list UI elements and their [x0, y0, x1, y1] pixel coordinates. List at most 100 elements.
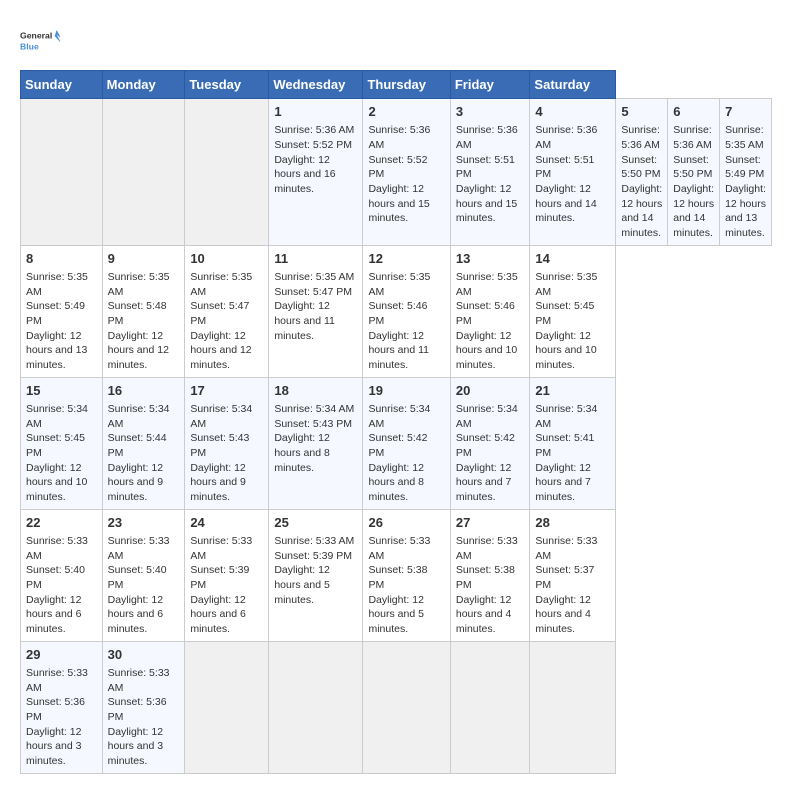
sunset: Sunset: 5:40 PM [26, 564, 85, 591]
calendar-cell: 17Sunrise: 5:34 AMSunset: 5:43 PMDayligh… [185, 377, 269, 509]
logo: General Blue [20, 20, 60, 60]
daylight-label: Daylight: 12 hours and 3 minutes. [26, 726, 81, 767]
sunset: Sunset: 5:44 PM [108, 432, 167, 459]
daylight-label: Daylight: 12 hours and 14 minutes. [535, 183, 596, 224]
header-day-monday: Monday [102, 71, 185, 99]
sunrise: Sunrise: 5:34 AM [108, 403, 170, 430]
day-number: 10 [190, 250, 263, 268]
day-number: 24 [190, 514, 263, 532]
calendar-cell: 6Sunrise: 5:36 AMSunset: 5:50 PMDaylight… [668, 99, 720, 246]
day-number: 14 [535, 250, 610, 268]
sunset: Sunset: 5:37 PM [535, 564, 594, 591]
sunrise: Sunrise: 5:33 AM [108, 667, 170, 694]
sunset: Sunset: 5:39 PM [190, 564, 249, 591]
calendar-cell: 15Sunrise: 5:34 AMSunset: 5:45 PMDayligh… [21, 377, 103, 509]
daylight-label: Daylight: 12 hours and 16 minutes. [274, 154, 335, 195]
daylight-label: Daylight: 12 hours and 10 minutes. [535, 330, 596, 371]
sunrise: Sunrise: 5:36 AM [621, 124, 660, 151]
day-number: 9 [108, 250, 180, 268]
day-number: 5 [621, 103, 662, 121]
calendar-cell [450, 641, 530, 773]
sunrise: Sunrise: 5:34 AM [368, 403, 430, 430]
daylight-label: Daylight: 12 hours and 13 minutes. [26, 330, 87, 371]
sunrise: Sunrise: 5:36 AM [535, 124, 597, 151]
sunrise: Sunrise: 5:34 AM [456, 403, 518, 430]
daylight-label: Daylight: 12 hours and 4 minutes. [456, 594, 511, 635]
sunrise: Sunrise: 5:36 AM [368, 124, 430, 151]
daylight-label: Daylight: 12 hours and 11 minutes. [368, 330, 429, 371]
sunset: Sunset: 5:46 PM [456, 300, 515, 327]
day-number: 28 [535, 514, 610, 532]
calendar-cell: 7Sunrise: 5:35 AMSunset: 5:49 PMDaylight… [720, 99, 772, 246]
header: General Blue [20, 20, 772, 60]
sunset: Sunset: 5:49 PM [725, 154, 764, 181]
calendar-cell: 26Sunrise: 5:33 AMSunset: 5:38 PMDayligh… [363, 509, 450, 641]
calendar-cell [185, 99, 269, 246]
sunset: Sunset: 5:36 PM [108, 696, 167, 723]
daylight-label: Daylight: 12 hours and 10 minutes. [456, 330, 517, 371]
day-number: 6 [673, 103, 714, 121]
calendar-cell: 14 Sunrise: 5:35 AMSunset: 5:45 PM Dayligh… [530, 245, 616, 377]
daylight-label: Daylight: 12 hours and 14 minutes. [673, 183, 714, 239]
calendar-cell: 3Sunrise: 5:36 AMSunset: 5:51 PMDaylight… [450, 99, 530, 246]
calendar-cell: 21Sunrise: 5:34 AMSunset: 5:41 PMDayligh… [530, 377, 616, 509]
daylight-label: Daylight: 12 hours and 15 minutes. [456, 183, 517, 224]
day-number: 13 [456, 250, 525, 268]
svg-text:General: General [20, 31, 52, 41]
sunset: Sunset: 5:42 PM [368, 432, 427, 459]
sunrise: Sunrise: 5:35 AM [108, 271, 170, 298]
daylight-label: Daylight: 12 hours and 5 minutes. [274, 564, 329, 605]
daylight-label: Daylight: 12 hours and 9 minutes. [190, 462, 245, 503]
calendar-cell: 30Sunrise: 5:33 AMSunset: 5:36 PMDayligh… [102, 641, 185, 773]
daylight-label: Daylight: 12 hours and 12 minutes. [108, 330, 169, 371]
calendar-cell: 19Sunrise: 5:34 AMSunset: 5:42 PMDayligh… [363, 377, 450, 509]
sunset: Sunset: 5:45 PM [535, 300, 594, 327]
calendar-table: SundayMondayTuesdayWednesdayThursdayFrid… [20, 70, 772, 774]
calendar-cell [102, 99, 185, 246]
sunset: Sunset: 5:38 PM [368, 564, 427, 591]
sunset: Sunset: 5:52 PM [368, 154, 427, 181]
sunrise: Sunrise: 5:36 AM [274, 124, 354, 136]
sunrise: Sunrise: 5:33 AM [26, 535, 88, 562]
sunset: Sunset: 5:42 PM [456, 432, 515, 459]
daylight-label: Daylight: 12 hours and 6 minutes. [108, 594, 163, 635]
daylight-label: Daylight: 12 hours and 14 minutes. [621, 183, 662, 239]
sunrise: Sunrise: 5:33 AM [190, 535, 252, 562]
calendar-cell: 11Sunrise: 5:35 AMSunset: 5:47 PMDayligh… [269, 245, 363, 377]
calendar-week-2: 15Sunrise: 5:34 AMSunset: 5:45 PMDayligh… [21, 377, 772, 509]
day-number: 26 [368, 514, 444, 532]
header-day-saturday: Saturday [530, 71, 616, 99]
calendar-cell: 8Sunrise: 5:35 AMSunset: 5:49 PMDaylight… [21, 245, 103, 377]
daylight-label: Daylight: 12 hours and 8 minutes. [368, 462, 423, 503]
calendar-cell: 22Sunrise: 5:33 AMSunset: 5:40 PMDayligh… [21, 509, 103, 641]
header-day-sunday: Sunday [21, 71, 103, 99]
sunset: Sunset: 5:46 PM [368, 300, 427, 327]
sunrise: Sunrise: 5:35 AM [456, 271, 518, 298]
day-number: 17 [190, 382, 263, 400]
logo-icon: General Blue [20, 20, 60, 60]
sunset: Sunset: 5:52 PM [274, 139, 352, 151]
calendar-cell [363, 641, 450, 773]
calendar-cell: 20Sunrise: 5:34 AMSunset: 5:42 PMDayligh… [450, 377, 530, 509]
sunset: Sunset: 5:40 PM [108, 564, 167, 591]
sunrise: Sunrise: 5:33 AM [274, 535, 354, 547]
calendar-cell: 10Sunrise: 5:35 AMSunset: 5:47 PMDayligh… [185, 245, 269, 377]
daylight-label: Daylight: 12 hours and 6 minutes. [26, 594, 81, 635]
calendar-cell [530, 641, 616, 773]
calendar-cell: 4Sunrise: 5:36 AMSunset: 5:51 PMDaylight… [530, 99, 616, 246]
sunrise: Sunrise: 5:35 AM [26, 271, 88, 298]
calendar-cell: 29Sunrise: 5:33 AMSunset: 5:36 PMDayligh… [21, 641, 103, 773]
day-number: 18 [274, 382, 357, 400]
sunrise: Sunrise: 5:33 AM [26, 667, 88, 694]
calendar-cell: 24Sunrise: 5:33 AMSunset: 5:39 PMDayligh… [185, 509, 269, 641]
day-number: 16 [108, 382, 180, 400]
calendar-cell: 16Sunrise: 5:34 AMSunset: 5:44 PMDayligh… [102, 377, 185, 509]
sunrise: Sunrise: 5:35 AM [535, 271, 597, 298]
daylight-label: Daylight: 12 hours and 10 minutes. [26, 462, 87, 503]
daylight-label: Daylight: 12 hours and 3 minutes. [108, 726, 163, 767]
sunset: Sunset: 5:50 PM [621, 154, 660, 181]
daylight-label: Daylight: 12 hours and 7 minutes. [456, 462, 511, 503]
calendar-cell [21, 99, 103, 246]
day-number: 3 [456, 103, 525, 121]
sunset: Sunset: 5:47 PM [190, 300, 249, 327]
